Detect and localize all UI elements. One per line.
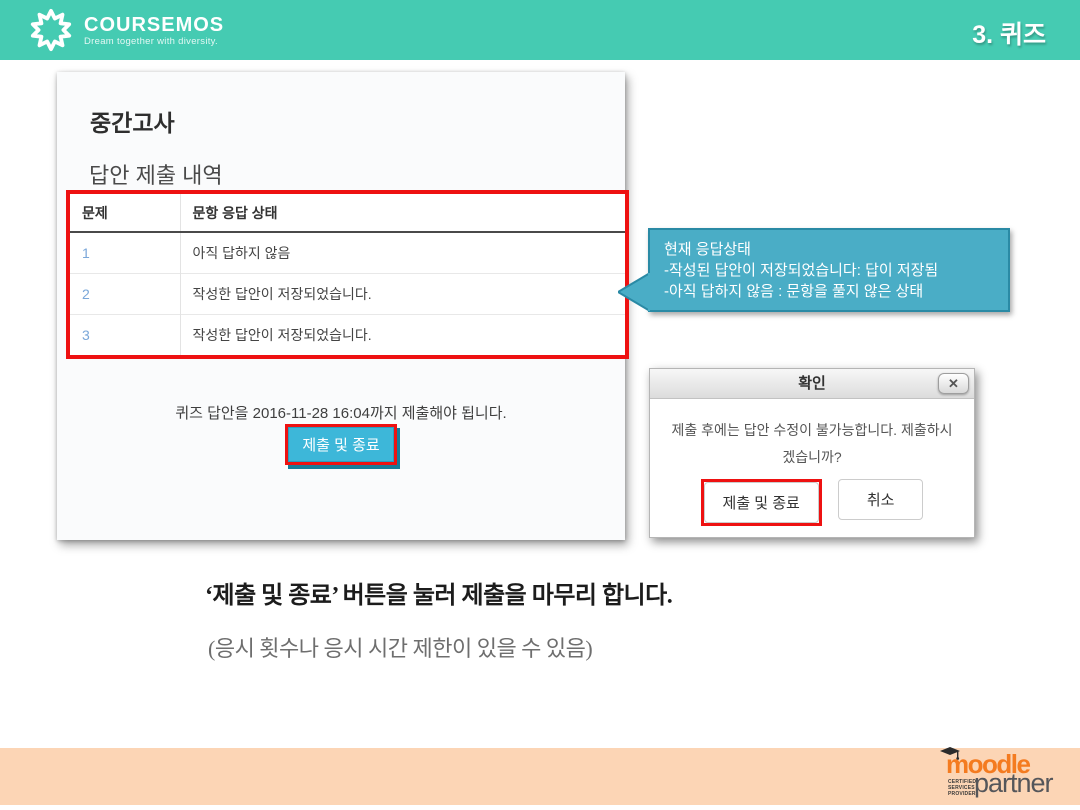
table-row: 3 작성한 답안이 저장되었습니다.	[70, 315, 625, 356]
caption-main-text: ‘제출 및 종료’ 버튼을 눌러 제출을 마무리 합니다.	[205, 575, 672, 610]
dialog-message: 제출 후에는 답안 수정이 불가능합니다. 제출하시 겠습니까?	[650, 417, 974, 471]
quiz-title: 중간고사	[90, 104, 175, 138]
submit-area: 제출 및 종료	[57, 424, 625, 465]
dialog-title: 확인	[650, 369, 974, 398]
question-status: 아직 답하지 않음	[180, 232, 625, 274]
submit-and-finish-button[interactable]: 제출 및 종료	[288, 427, 393, 462]
dialog-message-line: 겠습니까?	[650, 444, 974, 471]
slide: COURSEMOS Dream together with diversity.…	[0, 0, 1080, 810]
submit-button-highlight-box: 제출 및 종료	[285, 424, 396, 465]
deadline-text: 퀴즈 답안을 2016-11-28 16:04까지 제출해야 됩니다.	[57, 402, 625, 423]
caption-sub-text: (응시 횟수나 응시 시간 제한이 있을 수 있음)	[208, 631, 592, 663]
moodle-partner-logo: moodle CERTIFIED SERVICES PROVIDER partn…	[938, 751, 1058, 801]
column-header-status: 문항 응답 상태	[180, 194, 625, 232]
table-row: 1 아직 답하지 않음	[70, 232, 625, 274]
dialog-message-line: 제출 후에는 답안 수정이 불가능합니다. 제출하시	[650, 417, 974, 444]
submission-summary-heading: 답안 제출 내역	[89, 158, 223, 190]
callout-line: -작성된 답안이 저장되었습니다: 답이 저장됨	[664, 260, 994, 281]
coursemos-logo[interactable]: COURSEMOS Dream together with diversity.	[28, 7, 224, 53]
answer-status-table: 문제 문항 응답 상태 1 아직 답하지 않음 2 작성한 답안이 저장되었습니…	[70, 194, 625, 355]
logo-text-block: COURSEMOS Dream together with diversity.	[84, 14, 224, 47]
question-number-link[interactable]: 1	[70, 232, 180, 274]
callout-pointer-icon	[618, 272, 650, 312]
header-bar: COURSEMOS Dream together with diversity.…	[0, 0, 1080, 60]
footer-bar: moodle CERTIFIED SERVICES PROVIDER partn…	[0, 748, 1080, 805]
confirm-dialog: 확인 ✕ 제출 후에는 답안 수정이 불가능합니다. 제출하시 겠습니까? 제출…	[649, 368, 975, 538]
logo-title: COURSEMOS	[84, 14, 224, 36]
quiz-summary-panel: 중간고사 답안 제출 내역 문제 문항 응답 상태 1 아직 답하지 않음 2	[57, 72, 625, 540]
status-table-highlight-box: 문제 문항 응답 상태 1 아직 답하지 않음 2 작성한 답안이 저장되었습니…	[66, 190, 629, 359]
question-status: 작성한 답안이 저장되었습니다.	[180, 274, 625, 315]
table-header-row: 문제 문항 응답 상태	[70, 194, 625, 232]
status-annotation-callout: 현재 응답상태 -작성된 답안이 저장되었습니다: 답이 저장됨 -아직 답하지…	[648, 228, 1010, 312]
table-row: 2 작성한 답안이 저장되었습니다.	[70, 274, 625, 315]
dialog-cancel-button[interactable]: 취소	[838, 479, 924, 520]
dialog-submit-highlight-box: 제출 및 종료	[701, 479, 822, 526]
cert-line: PROVIDER	[948, 791, 976, 797]
question-status: 작성한 답안이 저장되었습니다.	[180, 315, 625, 356]
page-title: 3. 퀴즈	[972, 15, 1046, 51]
logo-tagline: Dream together with diversity.	[84, 36, 224, 47]
question-number-link[interactable]: 3	[70, 315, 180, 356]
column-header-question: 문제	[70, 194, 180, 232]
starburst-icon	[28, 7, 74, 53]
dialog-buttons: 제출 및 종료 취소	[650, 479, 974, 526]
close-icon[interactable]: ✕	[938, 373, 969, 394]
callout-line: 현재 응답상태	[664, 239, 994, 260]
partner-wordmark: partner	[974, 769, 1053, 797]
callout-line: -아직 답하지 않음 : 문항을 풀지 않은 상태	[664, 281, 994, 302]
dialog-submit-and-finish-button[interactable]: 제출 및 종료	[704, 482, 819, 523]
dialog-titlebar[interactable]: 확인 ✕	[650, 369, 974, 399]
certified-services-provider-text: CERTIFIED SERVICES PROVIDER	[948, 779, 976, 797]
question-number-link[interactable]: 2	[70, 274, 180, 315]
